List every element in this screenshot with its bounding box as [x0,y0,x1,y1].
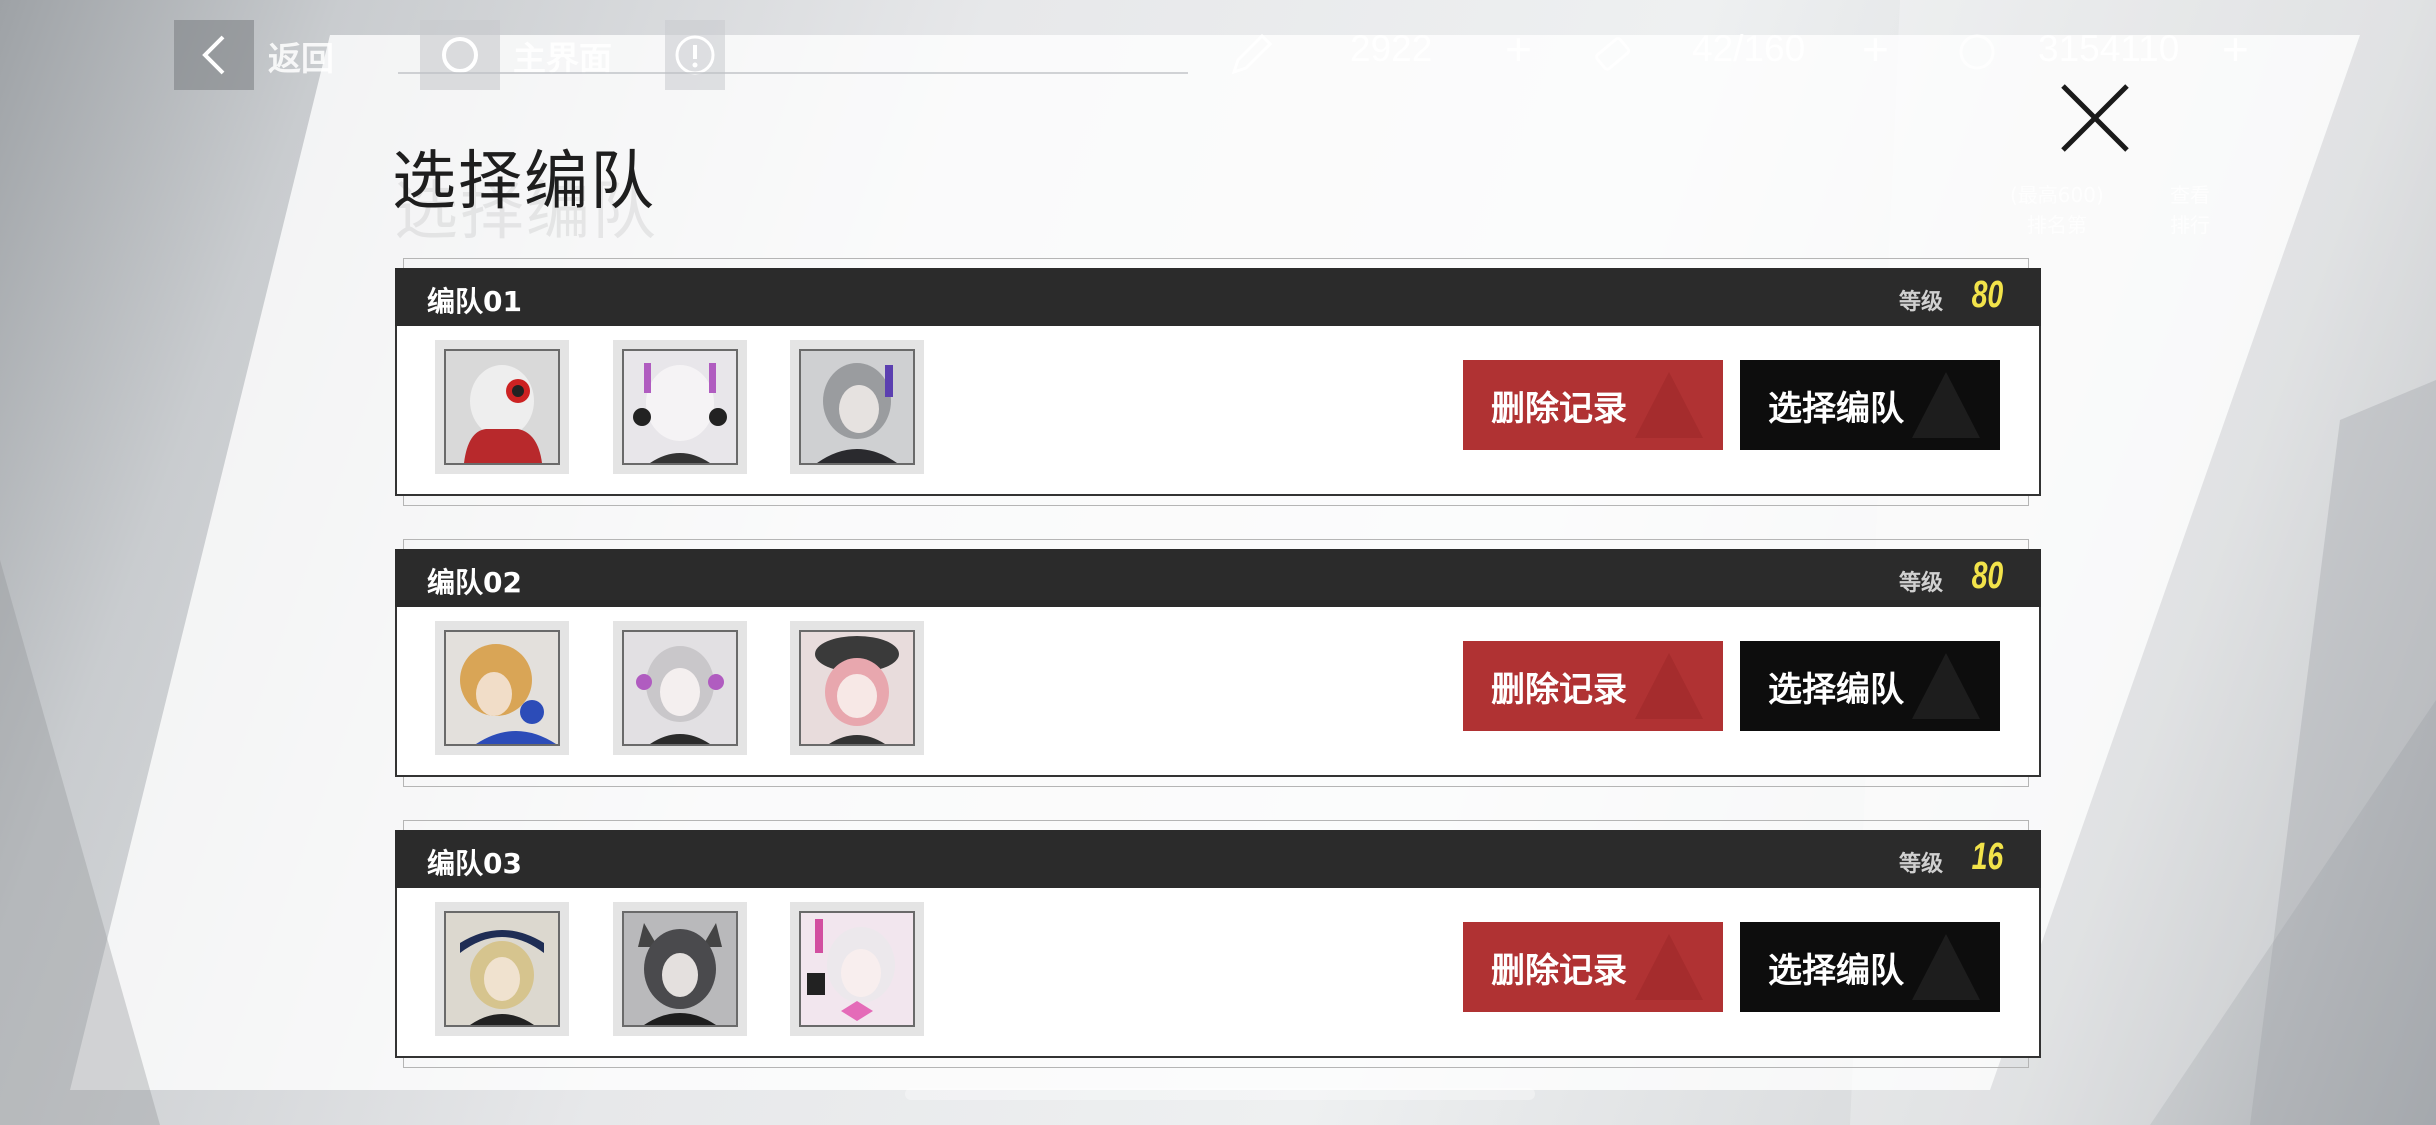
team-member-avatar[interactable] [790,621,924,755]
avatar-portrait-icon [624,351,736,463]
select-team-label: 选择编队 [1768,669,1904,710]
delete-record-label: 删除记录 [1491,950,1627,991]
team-name: 编队02 [427,566,522,599]
avatar-portrait-icon [446,913,558,1025]
view-ranking-line2: 排行 [2170,213,2210,237]
back-label[interactable]: 返回 [268,32,334,80]
home-button[interactable] [420,20,500,90]
delete-record-button[interactable]: 删除记录 [1463,922,1723,1012]
info-button[interactable] [665,20,725,90]
stamina-add-button[interactable]: + [1862,22,1889,76]
view-ranking-line1: 查看 [2170,183,2210,207]
pencil-add-button[interactable]: + [1505,22,1532,76]
delete-record-label: 删除记录 [1491,669,1627,710]
team-member-avatar[interactable] [613,340,747,474]
delete-record-button[interactable]: 删除记录 [1463,641,1723,731]
team-name: 编队03 [427,847,522,880]
team-name: 编队01 [427,285,522,318]
delete-record-label: 删除记录 [1491,388,1627,429]
team-card: 编队03 等级 16 删除记录 选择编队 [395,820,2041,1068]
team-member-avatar[interactable] [435,621,569,755]
select-team-button[interactable]: 选择编队 [1740,922,2000,1012]
delete-record-button[interactable]: 删除记录 [1463,360,1723,450]
coin-icon [1959,34,1995,70]
select-team-label: 选择编队 [1768,388,1904,429]
avatar-portrait-icon [624,913,736,1025]
battery-icon [1595,37,1631,71]
level-label: 等级 [1898,852,1943,877]
home-indicator [905,1088,1535,1100]
avatar-portrait-icon [446,632,558,744]
select-team-button[interactable]: 选择编队 [1740,641,2000,731]
close-icon [2061,84,2129,152]
view-ranking-button[interactable]: 查看 排行 [2170,180,2210,240]
back-button[interactable] [174,20,254,90]
card-header: 编队02 等级 80 [395,549,2041,607]
close-button[interactable] [2055,78,2135,158]
avatar-portrait-icon [801,351,913,463]
pencil-resource-value: 2922 [1350,28,1433,69]
nav-divider [398,72,1188,74]
team-card: 编队02 等级 80 删除记录 选择编队 [395,539,2041,787]
page-title: 选择编队 [392,145,656,219]
avatar-portrait-icon [624,632,736,744]
level-value: 80 [1971,555,2003,597]
card-header: 编队03 等级 16 [395,830,2041,888]
team-member-avatar[interactable] [613,902,747,1036]
pencil-icon [1231,33,1273,75]
info-icon [675,35,715,75]
team-member-avatar[interactable] [435,902,569,1036]
team-member-avatar[interactable] [435,340,569,474]
ranking-info: (最高600) 排名第 [2010,180,2104,240]
circle-icon [442,37,478,73]
card-header: 编队01 等级 80 [395,268,2041,326]
stamina-resource-value: 42/160 [1692,28,1806,69]
level-value: 80 [1971,274,2003,316]
avatar-portrait-icon [801,913,913,1025]
avatar-portrait-icon [801,632,913,744]
select-team-button[interactable]: 选择编队 [1740,360,2000,450]
ranking-info-line1: (最高600) [2010,183,2104,207]
ranking-info-line2: 排名第 [2026,213,2087,237]
coin-resource-value: 3154110 [2038,28,2180,69]
coin-add-button[interactable]: + [2222,22,2249,76]
team-member-avatar[interactable] [613,621,747,755]
level-label: 等级 [1898,290,1943,315]
avatar-portrait-icon [446,351,558,463]
level-label: 等级 [1898,571,1943,596]
select-team-label: 选择编队 [1768,950,1904,991]
team-card: 编队01 等级 80 删除记录 选择编队 [395,258,2041,506]
team-member-avatar[interactable] [790,902,924,1036]
team-member-avatar[interactable] [790,340,924,474]
level-value: 16 [1971,836,2003,878]
chevron-left-icon [202,35,225,75]
